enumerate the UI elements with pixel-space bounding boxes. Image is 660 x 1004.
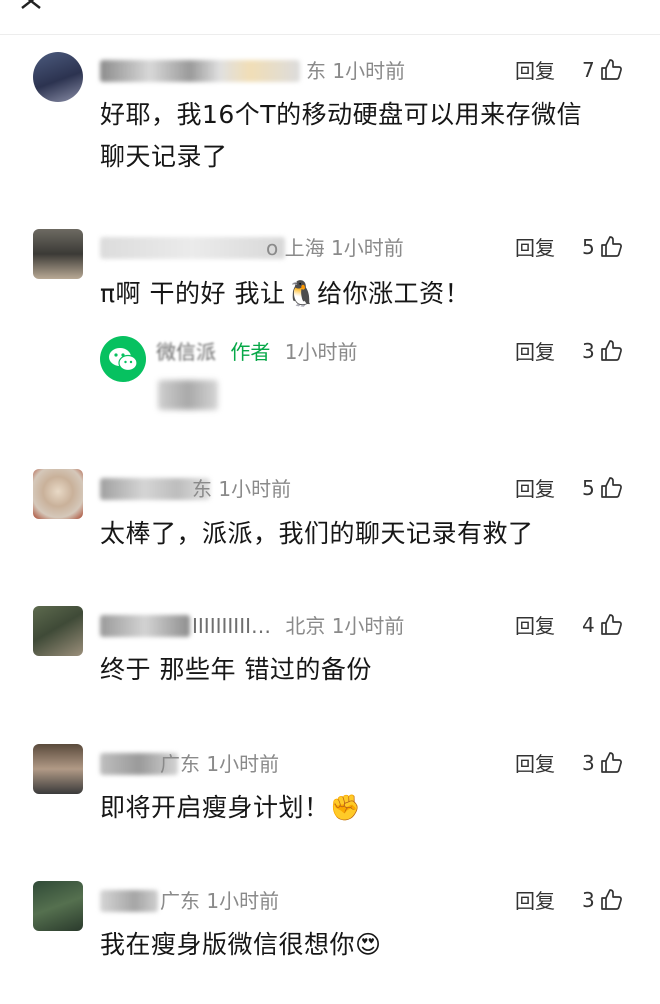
comment-region: 广东 (160, 889, 200, 913)
comment-meta: 广东 1小时前 (160, 888, 279, 914)
author-badge: 作者 (230, 340, 271, 364)
top-bar (0, 0, 660, 35)
comment-region: 广东 (160, 752, 200, 776)
like-count: 3 (582, 751, 595, 775)
username[interactable] (100, 890, 158, 912)
like-button[interactable]: 3 (582, 750, 623, 776)
avatar[interactable] (33, 52, 83, 102)
wechat-icon (109, 348, 138, 372)
like-count: 4 (582, 613, 595, 637)
avatar[interactable] (33, 469, 83, 519)
reply-button[interactable]: 回复 (515, 58, 555, 84)
sub-reply-time: 1小时前 (284, 340, 358, 364)
reply-button[interactable]: 回复 (515, 888, 555, 914)
avatar[interactable] (33, 744, 83, 794)
avatar[interactable] (33, 606, 83, 656)
like-count: 3 (582, 888, 595, 912)
sub-reply-meta: 微信派 作者 1小时前 (156, 339, 357, 365)
username-tail: o (266, 236, 279, 260)
username[interactable] (100, 60, 300, 82)
comment-time: 1小时前 (218, 477, 292, 501)
wechat-logo-avatar[interactable] (100, 336, 146, 382)
avatar[interactable] (33, 881, 83, 931)
reply-button[interactable]: 回复 (515, 613, 555, 639)
comment-region: 东 (192, 477, 212, 501)
comment-text: 好耶，我16个T的移动硬盘可以用来存微信 聊天记录了 (100, 94, 640, 178)
like-button[interactable]: 5 (582, 234, 623, 260)
reply-button[interactable]: 回复 (515, 476, 555, 502)
comment-meta: IIIIIIIIII… 北京 1小时前 (192, 613, 404, 639)
comment-time: 1小时前 (206, 889, 280, 913)
thumbs-up-icon (600, 614, 622, 635)
username[interactable] (100, 237, 285, 259)
like-count: 7 (582, 58, 595, 82)
like-button[interactable]: 5 (582, 475, 623, 501)
like-button[interactable]: 3 (582, 338, 623, 364)
like-count: 5 (582, 476, 595, 500)
comment-time: 1小时前 (331, 614, 405, 638)
comment-text-line: 好耶，我16个T的移动硬盘可以用来存微信 (100, 100, 583, 129)
blurred-reply-text (158, 380, 218, 410)
username-tail[interactable]: IIIIIIIIII… (192, 614, 271, 638)
thumbs-up-icon (600, 236, 622, 257)
sub-reply-name[interactable]: 微信派 (156, 340, 216, 364)
reply-button[interactable]: 回复 (515, 339, 555, 365)
comment-time: 1小时前 (330, 236, 404, 260)
comment-text-line: 聊天记录了 (100, 142, 228, 171)
username[interactable] (100, 615, 190, 637)
avatar[interactable] (33, 229, 83, 279)
comment-meta: 东 1小时前 (306, 58, 405, 84)
comment-meta: 东 1小时前 (192, 476, 291, 502)
comment-time: 1小时前 (332, 59, 406, 83)
thumbs-up-icon (600, 889, 622, 910)
comment-time: 1小时前 (206, 752, 280, 776)
comment-text: π啊 干的好 我让🐧给你涨工资！ (100, 279, 471, 308)
thumbs-up-icon (600, 340, 622, 361)
comment-region: 东 (306, 59, 326, 83)
comment-text: 太棒了，派派，我们的聊天记录有救了 (100, 519, 534, 548)
comment-meta: o 上海 1小时前 (266, 235, 404, 261)
comment-text: 即将开启瘦身计划！✊ (100, 793, 362, 822)
thumbs-up-icon (600, 477, 622, 498)
like-button[interactable]: 4 (582, 612, 623, 638)
like-count: 5 (582, 235, 595, 259)
comment-region: 上海 (284, 236, 325, 260)
comment-text: 我在瘦身版微信很想你😍 (100, 930, 382, 959)
like-button[interactable]: 7 (582, 57, 623, 83)
close-icon[interactable] (20, 0, 46, 10)
like-button[interactable]: 3 (582, 887, 623, 913)
thumbs-up-icon (600, 59, 622, 80)
like-count: 3 (582, 339, 595, 363)
comment-region: 北京 (285, 614, 326, 638)
comment-meta: 广东 1小时前 (160, 751, 279, 777)
reply-button[interactable]: 回复 (515, 235, 555, 261)
comment-text: 终于 那些年 错过的备份 (100, 655, 372, 684)
reply-button[interactable]: 回复 (515, 751, 555, 777)
thumbs-up-icon (600, 752, 622, 773)
